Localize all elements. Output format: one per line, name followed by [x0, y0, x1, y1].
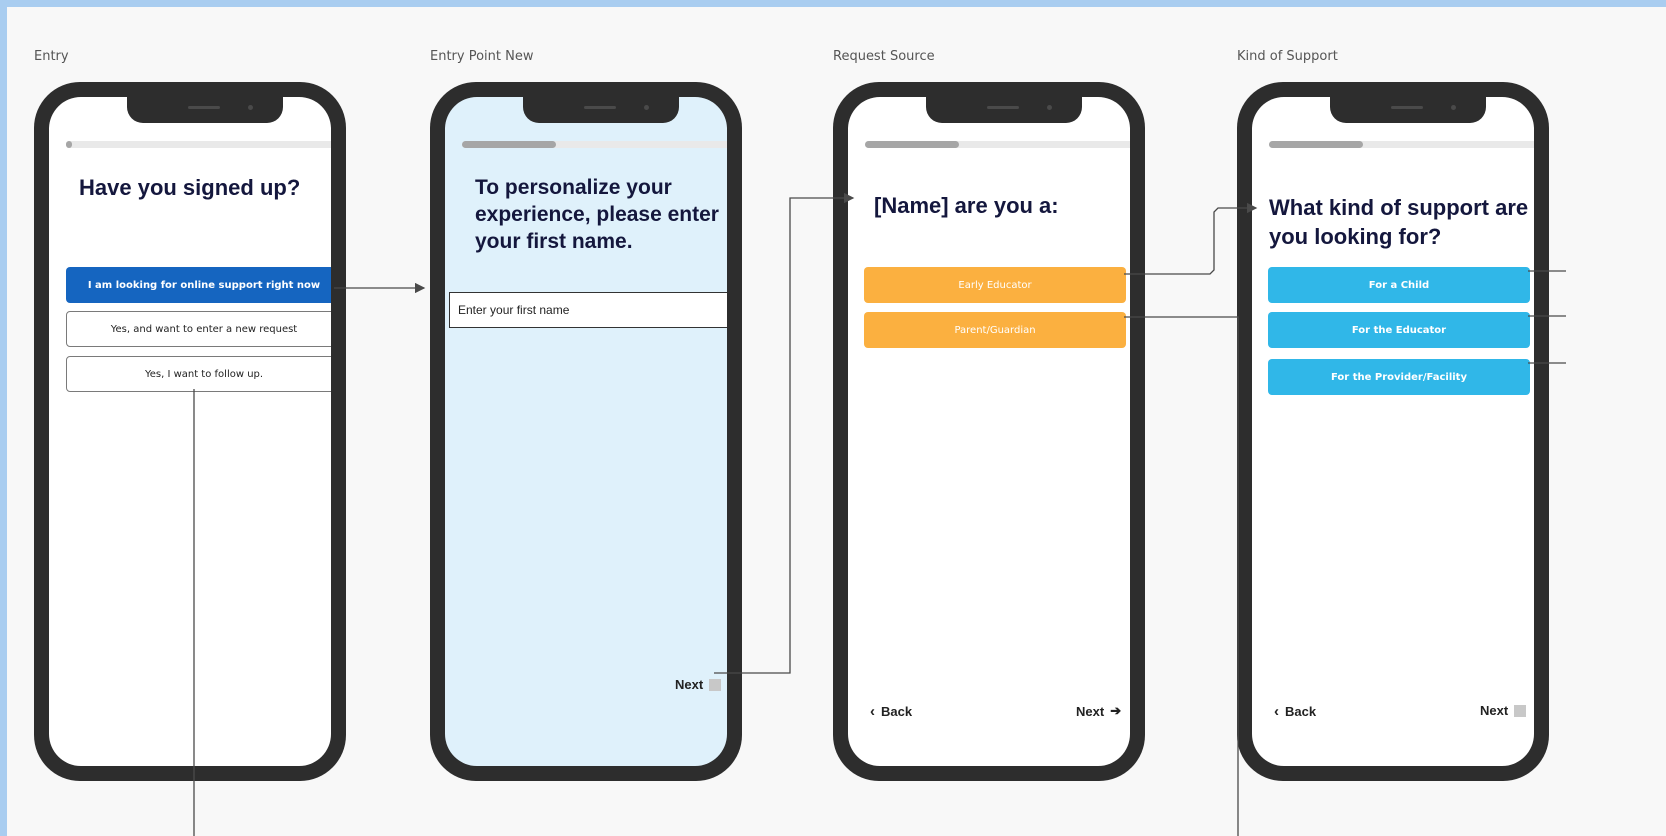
flow-connectors [193, 192, 1566, 836]
connector-next-to-request-source [714, 192, 855, 674]
phone-notch [926, 97, 1082, 123]
connector-early-educator-to-support [1124, 202, 1258, 275]
flow-canvas: Entry Entry Point New Request Source Kin… [7, 7, 1666, 836]
phone-notch [523, 97, 679, 123]
phone-notch [1330, 97, 1486, 123]
connector-parent-guardian-down [1124, 316, 1239, 836]
phone-notch [127, 97, 283, 123]
